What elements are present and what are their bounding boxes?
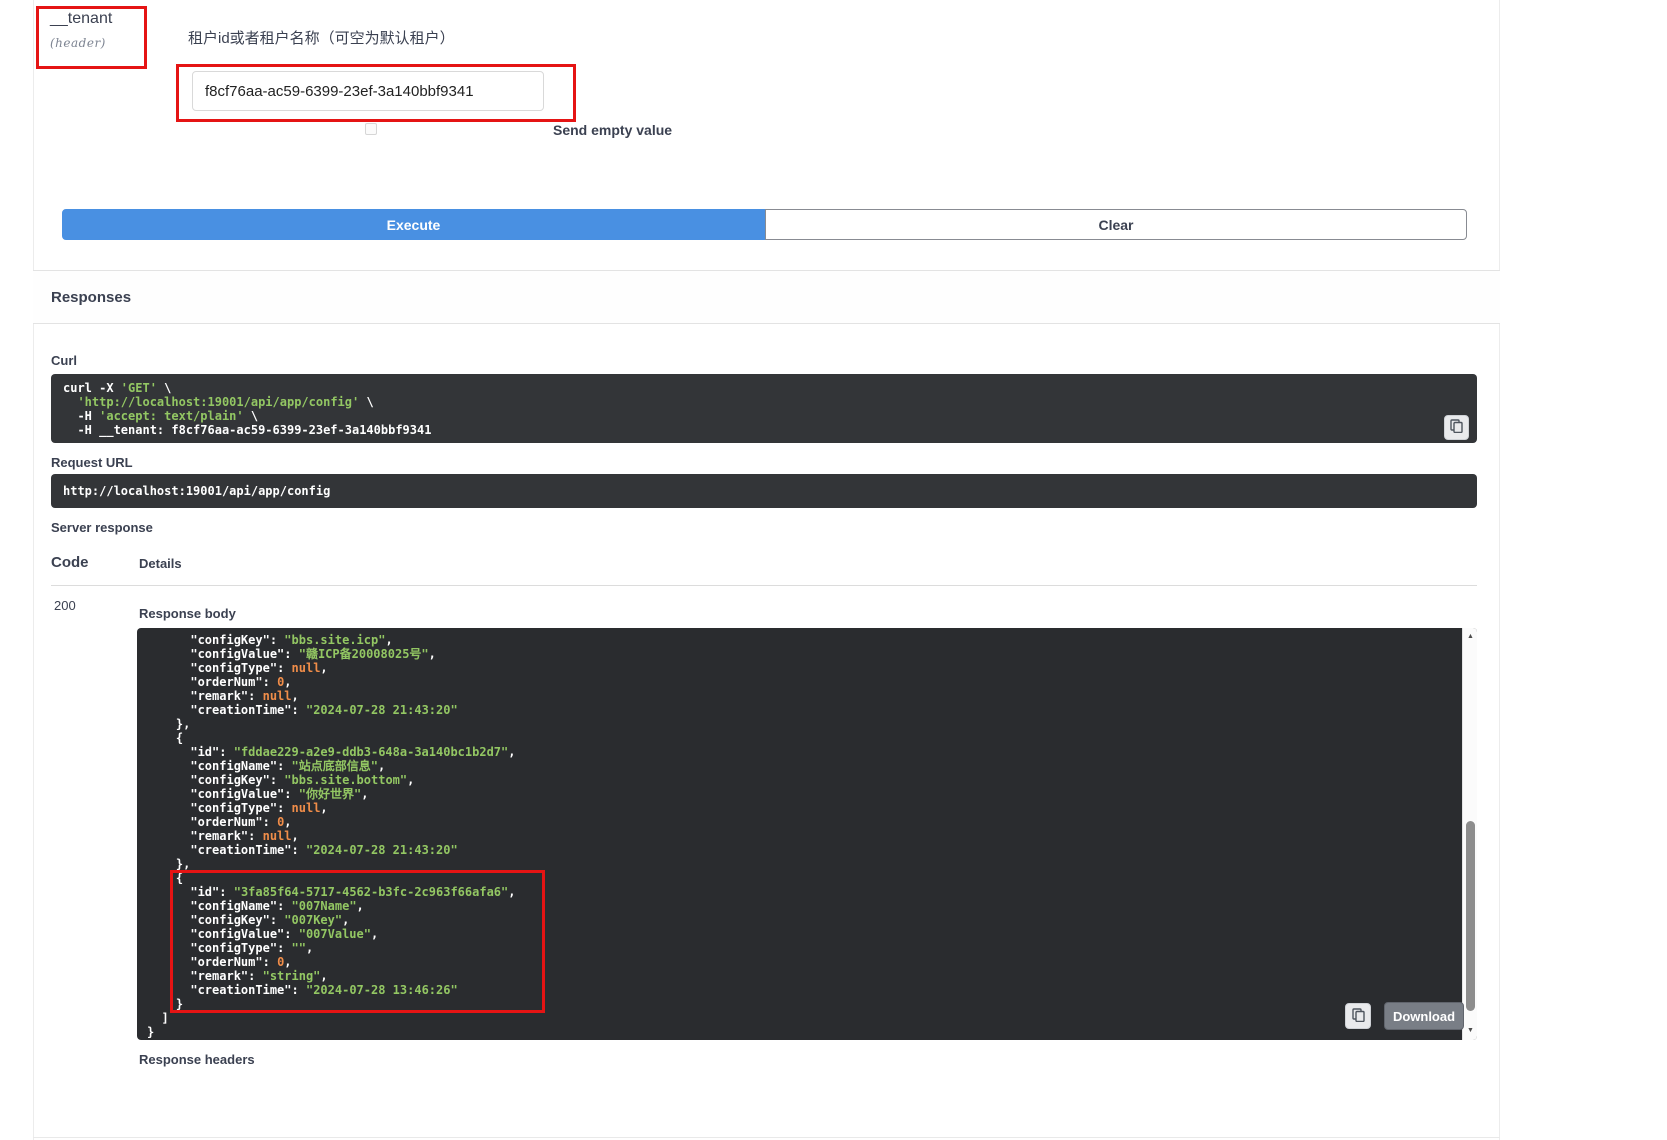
parameter-description: 租户id或者租户名称（可空为默认租户） <box>188 27 455 48</box>
request-url-value: http://localhost:19001/api/app/config <box>51 474 1477 508</box>
code-line: -H __tenant: f8cf76aa-ac59-6399-23ef-3a1… <box>63 423 1465 437</box>
send-empty-label: Send empty value <box>553 122 672 138</box>
parameter-name-cell: __tenant (header) <box>50 10 112 50</box>
scroll-up-icon[interactable]: ▲ <box>1463 630 1477 644</box>
response-body-scrollbar[interactable]: ▲ ▼ <box>1462 628 1477 1040</box>
code-line: "configKey": "bbs.site.icp", <box>147 633 1462 647</box>
curl-label: Curl <box>51 353 77 368</box>
code-line: }, <box>147 717 1462 731</box>
code-line: { <box>147 731 1462 745</box>
clipboard-icon <box>1352 1008 1365 1025</box>
copy-curl-button[interactable] <box>1444 415 1469 440</box>
details-column-header: Details <box>139 556 182 571</box>
code-line: "creationTime": "2024-07-28 21:43:20" <box>147 843 1462 857</box>
code-line: }, <box>147 857 1462 871</box>
code-line: "remark": null, <box>147 829 1462 843</box>
response-body-block[interactable]: "configKey": "bbs.site.icp", "configValu… <box>137 628 1477 1040</box>
code-line: "configType": null, <box>147 801 1462 815</box>
code-line: "id": "fddae229-a2e9-ddb3-648a-3a140bc1b… <box>147 745 1462 759</box>
code-line: curl -X 'GET' \ <box>63 381 1465 395</box>
request-url-label: Request URL <box>51 455 133 470</box>
code-line: 'http://localhost:19001/api/app/config' … <box>63 395 1465 409</box>
status-code: 200 <box>54 598 76 613</box>
code-line: } <box>147 1025 1462 1039</box>
clipboard-icon <box>1450 419 1463 436</box>
code-line: } <box>147 997 1462 1011</box>
code-line: "creationTime": "2024-07-28 21:43:20" <box>147 703 1462 717</box>
swagger-ui-page: __tenant (header) 租户id或者租户名称（可空为默认租户） Se… <box>0 0 1667 1140</box>
code-line: { <box>147 871 1462 885</box>
code-line: -H 'accept: text/plain' \ <box>63 409 1465 423</box>
copy-response-button[interactable] <box>1345 1003 1371 1029</box>
scroll-down-icon[interactable]: ▼ <box>1463 1024 1477 1038</box>
responses-title: Responses <box>51 289 131 306</box>
response-body-code: "configKey": "bbs.site.icp", "configValu… <box>137 628 1462 1040</box>
code-line: "configName": "站点底部信息", <box>147 759 1462 773</box>
code-line: "creationTime": "2024-07-28 13:46:26" <box>147 983 1462 997</box>
code-line: "configType": null, <box>147 661 1462 675</box>
curl-command-block[interactable]: curl -X 'GET' \ 'http://localhost:19001/… <box>51 374 1477 443</box>
code-line: "configType": "", <box>147 941 1462 955</box>
code-line: "configValue": "赣ICP备20008025号", <box>147 647 1462 661</box>
code-column-header: Code <box>51 554 89 571</box>
parameter-location: (header) <box>50 36 112 50</box>
server-response-label: Server response <box>51 520 153 535</box>
table-divider <box>51 585 1477 586</box>
section-bottom-border <box>33 1137 1500 1138</box>
code-line: "remark": "string", <box>147 969 1462 983</box>
download-button[interactable]: Download <box>1384 1002 1464 1030</box>
code-line: "configValue": "你好世界", <box>147 787 1462 801</box>
code-line: "configValue": "007Value", <box>147 927 1462 941</box>
code-line: "configKey": "bbs.site.bottom", <box>147 773 1462 787</box>
code-line: "remark": null, <box>147 689 1462 703</box>
parameter-name: __tenant <box>50 10 112 28</box>
tenant-value-input[interactable] <box>192 71 544 111</box>
scrollbar-thumb[interactable] <box>1466 821 1475 1011</box>
code-line: ] <box>147 1011 1462 1025</box>
code-line: "orderNum": 0, <box>147 675 1462 689</box>
response-body-label: Response body <box>139 606 236 621</box>
response-headers-label: Response headers <box>139 1052 255 1067</box>
code-line: "id": "3fa85f64-5717-4562-b3fc-2c963f66a… <box>147 885 1462 899</box>
code-line: "configKey": "007Key", <box>147 913 1462 927</box>
send-empty-checkbox[interactable] <box>365 123 377 135</box>
responses-section-header: Responses <box>33 270 1500 324</box>
clear-button[interactable]: Clear <box>765 209 1467 240</box>
code-line: "orderNum": 0, <box>147 815 1462 829</box>
execute-button[interactable]: Execute <box>62 209 765 240</box>
code-line: "orderNum": 0, <box>147 955 1462 969</box>
code-line: "configName": "007Name", <box>147 899 1462 913</box>
